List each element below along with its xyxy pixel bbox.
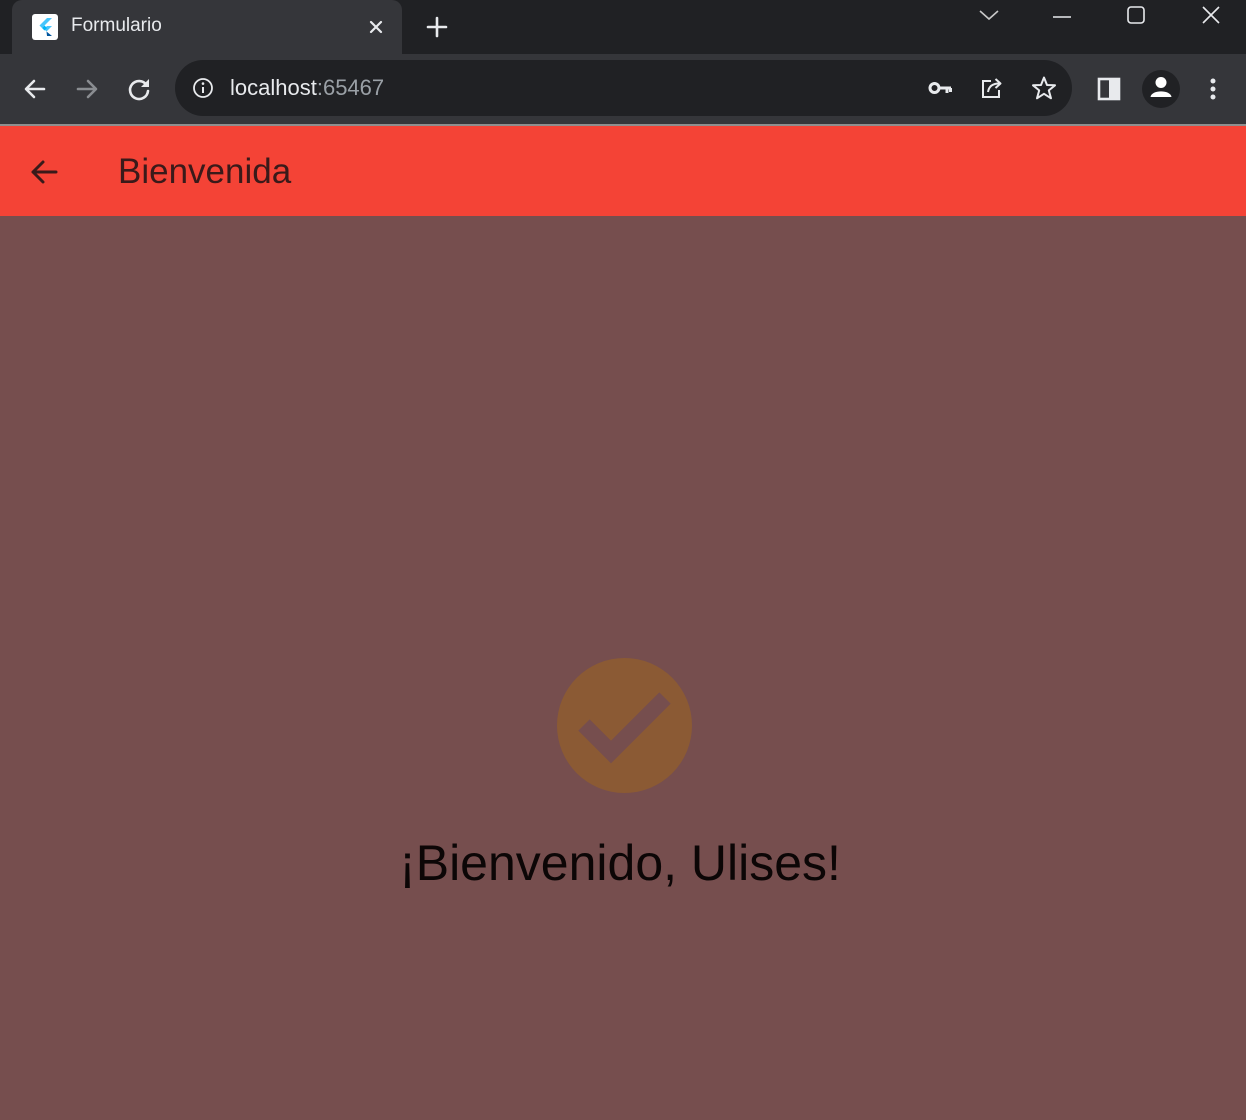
app-bar: Bienvenida <box>0 126 1246 216</box>
reload-icon[interactable] <box>121 71 157 107</box>
address-bar[interactable]: localhost:65467 <box>175 60 1072 116</box>
plus-icon[interactable] <box>420 10 454 44</box>
browser-toolbar: localhost:65467 <box>0 54 1246 124</box>
minimize-icon[interactable] <box>1034 0 1090 30</box>
back-icon[interactable] <box>17 71 53 107</box>
key-icon[interactable] <box>922 70 958 106</box>
browser-tabstrip: Formulario <box>0 0 1246 54</box>
welcome-message: ¡Bienvenido, Ulises! <box>399 835 841 891</box>
close-icon[interactable] <box>1183 0 1239 30</box>
check-circle-icon <box>557 658 692 793</box>
person-icon <box>1148 74 1174 105</box>
info-icon[interactable] <box>191 76 215 100</box>
url-port: :65467 <box>316 75 385 100</box>
arrow-left-icon[interactable] <box>20 148 68 196</box>
close-icon[interactable] <box>362 13 390 41</box>
side-panel-icon[interactable] <box>1091 71 1127 107</box>
share-icon[interactable] <box>974 70 1010 106</box>
maximize-icon[interactable] <box>1108 0 1164 30</box>
kebab-menu-icon[interactable] <box>1195 71 1231 107</box>
chevron-down-icon[interactable] <box>961 0 1017 30</box>
url-text[interactable]: localhost:65467 <box>230 75 384 101</box>
tab-title: Formulario <box>71 15 162 36</box>
flutter-logo-icon <box>32 14 58 40</box>
forward-icon[interactable] <box>69 71 105 107</box>
star-icon[interactable] <box>1026 70 1062 106</box>
welcome-screen: ¡Bienvenido, Ulises! <box>0 216 1246 1120</box>
browser-tab[interactable]: Formulario <box>12 0 402 54</box>
url-host: localhost <box>230 75 317 100</box>
page-title: Bienvenida <box>118 152 292 191</box>
profile-avatar[interactable] <box>1142 70 1180 108</box>
